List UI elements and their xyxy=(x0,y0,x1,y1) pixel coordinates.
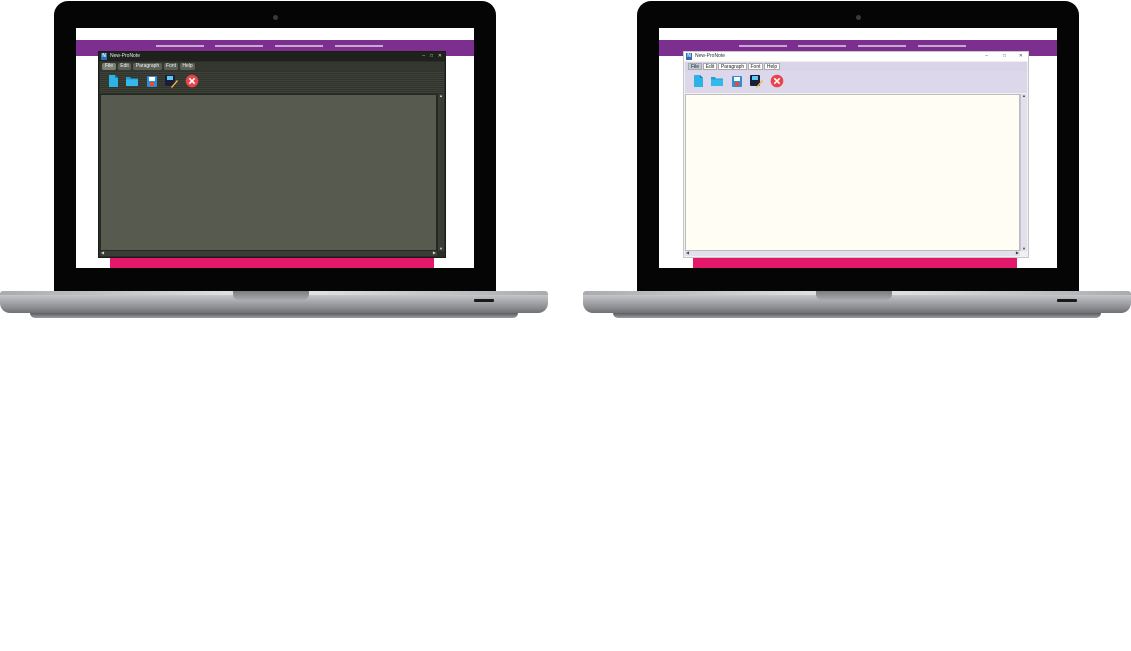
scroll-up-arrow-icon[interactable]: ▲ xyxy=(439,94,443,98)
new-document-icon[interactable] xyxy=(107,74,119,88)
site-footer-bar xyxy=(110,257,434,268)
site-nav-tab[interactable] xyxy=(335,45,383,47)
status-led xyxy=(1057,299,1077,302)
vertical-scrollbar[interactable]: ▲ ▼ xyxy=(1020,94,1027,251)
lid-notch xyxy=(816,291,892,300)
menu-help[interactable]: Help xyxy=(764,63,780,70)
maximize-button[interactable]: □ xyxy=(1003,52,1006,61)
lid-notch xyxy=(233,291,309,300)
site-nav-tab[interactable] xyxy=(739,45,787,47)
menu-edit[interactable]: Edit xyxy=(118,63,131,70)
laptop-screen: N New-ProNote – □ ✕ File Edit Paragraph … xyxy=(76,28,474,268)
site-nav-tab[interactable] xyxy=(798,45,846,47)
webcam xyxy=(273,15,278,20)
horizontal-scrollbar[interactable]: ◀ ▶ xyxy=(100,251,437,256)
scroll-right-arrow-icon[interactable]: ▶ xyxy=(433,251,436,255)
scroll-up-arrow-icon[interactable]: ▲ xyxy=(1022,94,1026,98)
window-title: New-ProNote xyxy=(110,53,141,59)
toolbar xyxy=(100,71,444,93)
site-nav-tab[interactable] xyxy=(215,45,263,47)
minimize-button[interactable]: – xyxy=(422,52,425,61)
toolbar xyxy=(685,71,1027,93)
text-editor[interactable] xyxy=(685,94,1020,251)
app-icon: N xyxy=(101,53,107,60)
scroll-left-arrow-icon[interactable]: ◀ xyxy=(686,251,689,255)
laptop-base xyxy=(583,291,1131,313)
close-button[interactable]: ✕ xyxy=(1019,52,1023,61)
site-nav-tab[interactable] xyxy=(858,45,906,47)
menu-help[interactable]: Help xyxy=(180,63,195,70)
menu-edit[interactable]: Edit xyxy=(703,63,717,70)
open-folder-icon[interactable] xyxy=(710,74,724,88)
scroll-down-arrow-icon[interactable]: ▼ xyxy=(1022,247,1026,251)
text-editor[interactable] xyxy=(100,94,437,251)
exit-icon[interactable] xyxy=(185,74,199,88)
save-as-icon[interactable] xyxy=(749,74,763,88)
menu-file[interactable]: File xyxy=(102,63,116,70)
webcam xyxy=(856,15,861,20)
scroll-down-arrow-icon[interactable]: ▼ xyxy=(439,247,443,251)
scroll-left-arrow-icon[interactable]: ◀ xyxy=(101,251,104,255)
app-window: N New-ProNote – □ ✕ File Edit Paragraph … xyxy=(683,51,1029,258)
maximize-button[interactable]: □ xyxy=(430,52,433,61)
horizontal-scrollbar[interactable]: ◀ ▶ xyxy=(685,251,1020,256)
laptop-bezel: N New-ProNote – □ ✕ File Edit Paragraph … xyxy=(54,1,496,293)
exit-icon[interactable] xyxy=(770,74,784,88)
laptop-foot xyxy=(30,313,518,318)
laptop-screen: N New-ProNote – □ ✕ File Edit Paragraph … xyxy=(659,28,1057,268)
laptop-base xyxy=(0,291,548,313)
site-nav-tab[interactable] xyxy=(918,45,966,47)
minimize-button[interactable]: – xyxy=(985,52,988,61)
close-button[interactable]: ✕ xyxy=(438,52,442,61)
menu-file[interactable]: File xyxy=(688,63,702,70)
site-footer-bar xyxy=(693,257,1017,268)
save-as-icon[interactable] xyxy=(164,74,178,88)
title-bar: N New-ProNote – □ ✕ xyxy=(99,52,445,61)
laptop-foot xyxy=(613,313,1101,318)
open-folder-icon[interactable] xyxy=(125,74,139,88)
laptop-bezel: N New-ProNote – □ ✕ File Edit Paragraph … xyxy=(637,1,1079,293)
site-nav-tab[interactable] xyxy=(156,45,204,47)
laptop-dark: N New-ProNote – □ ✕ File Edit Paragraph … xyxy=(0,0,548,322)
app-window: N New-ProNote – □ ✕ File Edit Paragraph … xyxy=(98,51,446,258)
status-led xyxy=(474,299,494,302)
app-icon: N xyxy=(686,53,692,60)
vertical-scrollbar[interactable]: ▲ ▼ xyxy=(437,94,444,251)
menu-bar: File Edit Paragraph Font Help xyxy=(100,62,444,71)
new-document-icon[interactable] xyxy=(692,74,704,88)
window-title: New-ProNote xyxy=(695,53,726,59)
save-icon[interactable] xyxy=(731,74,743,88)
scroll-right-arrow-icon[interactable]: ▶ xyxy=(1016,251,1019,255)
menu-font[interactable]: Font xyxy=(164,63,178,70)
site-nav-tab[interactable] xyxy=(275,45,323,47)
menu-paragraph[interactable]: Paragraph xyxy=(133,63,162,70)
laptop-light: N New-ProNote – □ ✕ File Edit Paragraph … xyxy=(583,0,1131,322)
save-icon[interactable] xyxy=(146,74,158,88)
menu-font[interactable]: Font xyxy=(748,63,763,70)
title-bar: N New-ProNote – □ ✕ xyxy=(684,52,1028,61)
menu-paragraph[interactable]: Paragraph xyxy=(718,63,747,70)
